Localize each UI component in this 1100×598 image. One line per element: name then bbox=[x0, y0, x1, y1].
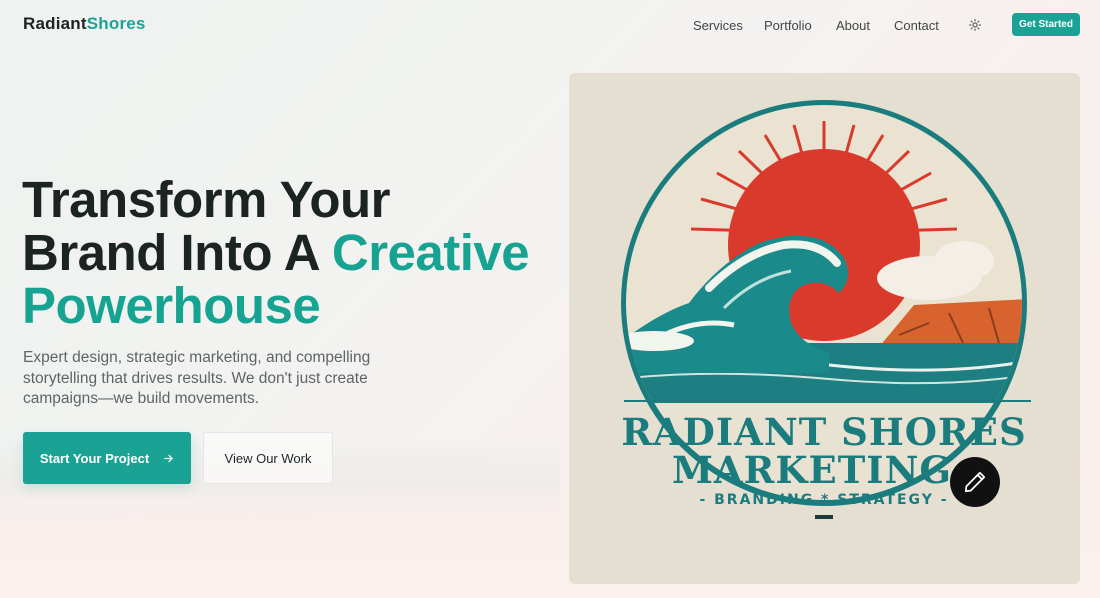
nav-link-portfolio[interactable]: Portfolio bbox=[764, 18, 812, 33]
pencil-icon bbox=[964, 471, 986, 493]
hero-title-accent-powerhouse: Powerhouse bbox=[22, 277, 321, 334]
get-started-button[interactable]: Get Started bbox=[1012, 13, 1080, 36]
nav-link-services[interactable]: Services bbox=[693, 18, 743, 33]
theme-toggle-button[interactable] bbox=[966, 16, 984, 34]
hero-title-line2: Brand Into A bbox=[22, 224, 332, 281]
nav-link-about[interactable]: About bbox=[836, 18, 870, 33]
brand-name-part2: Shores bbox=[86, 14, 146, 33]
hero-title-line1: Transform Your bbox=[22, 171, 391, 228]
brand-logo[interactable]: RadiantShores bbox=[23, 14, 146, 34]
view-work-button[interactable]: View Our Work bbox=[203, 432, 333, 484]
start-project-label: Start Your Project bbox=[39, 450, 150, 466]
hero-title-accent-creative: Creative bbox=[331, 224, 530, 281]
edit-image-button[interactable] bbox=[950, 457, 1000, 507]
arrow-right-icon bbox=[164, 454, 173, 462]
nav-link-contact[interactable]: Contact bbox=[894, 18, 939, 33]
top-nav: RadiantShores Services Portfolio About C… bbox=[0, 0, 1100, 50]
logo-tagline: - BRANDING * STRATEGY - bbox=[699, 492, 948, 508]
sun-icon bbox=[969, 19, 981, 31]
start-project-button[interactable]: Start Your Project bbox=[23, 432, 191, 484]
hero-image-card: RADIANT SHORES MARKETING - BRANDING * ST… bbox=[569, 73, 1080, 584]
logo-text-line2: MARKETING bbox=[672, 448, 952, 492]
radiant-shores-logo-illustration: RADIANT SHORES MARKETING - BRANDING * ST… bbox=[621, 100, 1031, 519]
brand-name-part1: Radiant bbox=[23, 14, 87, 33]
hero-title: Transform Your Brand Into A Creative Pow… bbox=[22, 173, 562, 332]
hero-description: Expert design, strategic marketing, and … bbox=[23, 349, 371, 407]
